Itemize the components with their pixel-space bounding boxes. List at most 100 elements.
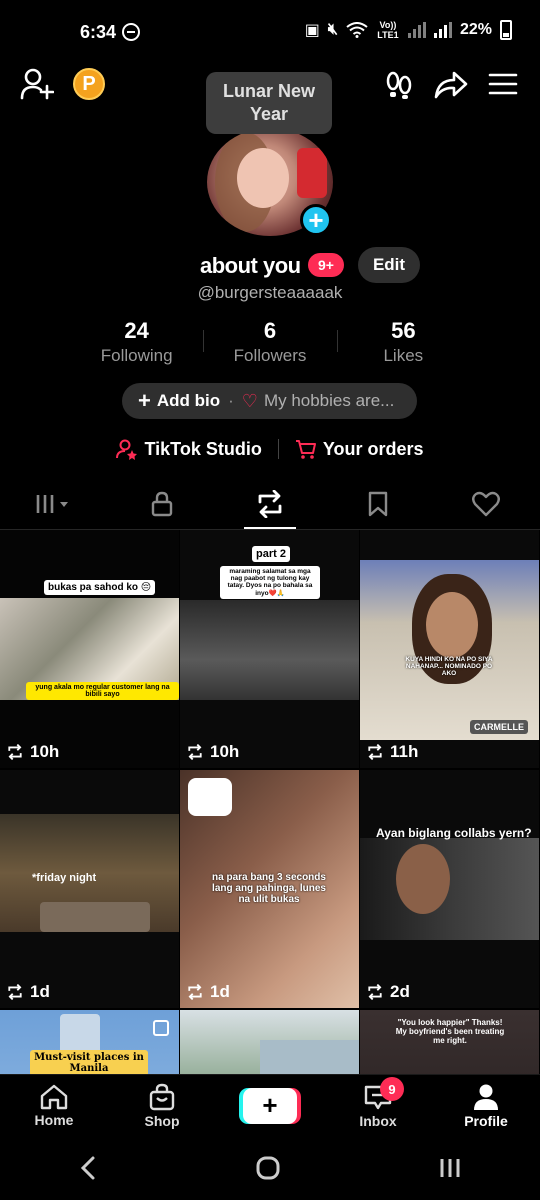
avatar-face: [237, 148, 289, 208]
tooltip-lunar-new-year[interactable]: Lunar New Year: [206, 72, 332, 134]
video-tile-8[interactable]: [180, 1010, 359, 1074]
back-icon[interactable]: [78, 1155, 98, 1181]
video-subcaption: yung akala mo regular customer lang na b…: [26, 682, 179, 700]
recents-icon[interactable]: [438, 1156, 462, 1180]
tab-liked[interactable]: [432, 478, 540, 529]
video-meta: 10h: [6, 742, 59, 762]
repost-small-icon: [8, 744, 22, 760]
shopping-bag-icon: [149, 1083, 175, 1110]
video-meta: 1d: [6, 982, 50, 1002]
video-thumbnail: [360, 838, 539, 940]
heart-icon: [472, 491, 500, 516]
tab-favorites[interactable]: [324, 478, 432, 529]
bookmark-icon: [368, 491, 388, 516]
network-label: Vo)) LTE1: [377, 20, 399, 40]
video-time: 1d: [30, 982, 50, 1001]
tiktok-studio-link[interactable]: TikTok Studio: [116, 438, 262, 460]
video-caption: "You look happier" Thanks! My boyfriend'…: [395, 1018, 505, 1045]
tab-reposts[interactable]: [216, 478, 324, 529]
home-icon: [40, 1084, 68, 1109]
nav-inbox[interactable]: 9 Inbox: [324, 1075, 432, 1136]
hobbies-prompt: My hobbies are...: [263, 391, 395, 410]
person-face: [396, 844, 450, 914]
status-bar: 6:34 ▣ 🔇︎ Vo)) LTE1 22%: [0, 0, 540, 64]
system-nav-bar: [0, 1136, 540, 1200]
tiktok-studio-label: TikTok Studio: [144, 438, 262, 459]
video-caption: bukas pa sahod ko 😔: [44, 580, 156, 595]
video-time: 11h: [390, 742, 419, 761]
your-orders-link[interactable]: Your orders: [295, 438, 424, 460]
home-circle-icon[interactable]: [255, 1155, 281, 1181]
battery-label: 22%: [459, 21, 492, 38]
repost-small-icon: [8, 984, 22, 1000]
video-tile-5[interactable]: 😕 na para bang 3 seconds lang ang pahing…: [180, 770, 359, 1008]
stat-following[interactable]: 24 Following: [70, 318, 203, 366]
create-button[interactable]: +: [243, 1087, 297, 1124]
avatar-background: [297, 148, 327, 198]
stat-followers[interactable]: 6 Followers: [203, 318, 336, 366]
video-meta: 2d: [366, 982, 410, 1002]
video-time: 2d: [390, 982, 410, 1001]
video-grid: bukas pa sahod ko 😔 yung akala mo regula…: [0, 530, 540, 1074]
video-caption: part 2: [252, 546, 290, 562]
dnd-icon: [122, 23, 140, 41]
dot-separator: ·: [228, 391, 234, 410]
share-icon[interactable]: [434, 70, 468, 100]
notification-badge[interactable]: 9+: [308, 253, 344, 277]
carousel-icon: [153, 1020, 169, 1036]
video-thumbnail: [180, 600, 359, 700]
video-meta: 11h: [366, 742, 418, 762]
battery-icon: [500, 20, 512, 40]
tab-videos[interactable]: [0, 478, 108, 529]
menu-icon[interactable]: [488, 72, 518, 96]
add-friend-icon[interactable]: [20, 68, 54, 100]
add-bio-button[interactable]: + Add bio · ♡ My hobbies are...: [122, 383, 417, 419]
heart-outline-icon: ♡: [241, 390, 258, 411]
following-count: 24: [124, 318, 149, 343]
add-photo-button[interactable]: +: [300, 204, 332, 236]
tab-private[interactable]: [108, 478, 216, 529]
video-caption: Must-visit places in Manila: [30, 1050, 148, 1074]
stat-likes[interactable]: 56 Likes: [336, 318, 470, 366]
bed-shape: [40, 902, 150, 932]
profile-name: about you: [200, 253, 301, 278]
video-tile-4[interactable]: *friday night 1d: [0, 770, 179, 1008]
plus-icon: +: [138, 388, 151, 413]
video-time: 10h: [30, 742, 60, 761]
add-bio-label: Add bio: [156, 391, 221, 410]
footprints-icon[interactable]: [384, 70, 414, 100]
profile-icon: [474, 1084, 498, 1110]
nav-home[interactable]: Home: [0, 1075, 108, 1136]
battery-saver-icon: ▣: [304, 22, 320, 39]
coin-icon[interactable]: P: [73, 68, 105, 100]
video-time: 10h: [210, 742, 240, 761]
mute-icon: 🔇︎: [327, 21, 338, 38]
bottom-nav: Home Shop + 9 Inbox Profile: [0, 1074, 540, 1136]
signal-icon-2: [433, 22, 452, 38]
grid-menu-icon: [36, 494, 68, 513]
nav-profile[interactable]: Profile: [432, 1075, 540, 1136]
repost-icon: [258, 489, 282, 518]
likes-label: Likes: [383, 346, 424, 365]
status-icons: ▣ 🔇︎ Vo)) LTE1 22%: [305, 20, 512, 40]
nav-shop-label: Shop: [144, 1112, 180, 1129]
nav-shop[interactable]: Shop: [108, 1075, 216, 1136]
cart-icon: [295, 440, 316, 459]
video-tile-9[interactable]: "You look happier" Thanks! My boyfriend'…: [360, 1010, 539, 1074]
nav-home-label: Home: [34, 1111, 74, 1128]
video-subcaption: maraming salamat sa mga nag paabot ng tu…: [220, 566, 320, 599]
edit-profile-button[interactable]: Edit: [358, 247, 420, 283]
video-tile-1[interactable]: bukas pa sahod ko 😔 yung akala mo regula…: [0, 530, 179, 768]
video-tile-2[interactable]: part 2 maraming salamat sa mga nag paabo…: [180, 530, 359, 768]
nav-inbox-label: Inbox: [359, 1112, 397, 1129]
repost-small-icon: [368, 984, 382, 1000]
video-tile-6[interactable]: Ayan biglang collabs yern? 2d: [360, 770, 539, 1008]
person-face: [426, 592, 478, 658]
profile-stats: 24 Following 6 Followers 56 Likes: [70, 318, 470, 366]
nav-create[interactable]: +: [216, 1075, 324, 1136]
video-tile-3[interactable]: KUYA HINDI KO NA PO SIYA NAHANAP... NOMI…: [360, 530, 539, 768]
video-time: 1d: [210, 982, 230, 1001]
video-tile-7[interactable]: Must-visit places in Manila: [0, 1010, 179, 1074]
signal-icon: [407, 22, 426, 38]
video-meta: 1d: [186, 982, 230, 1002]
